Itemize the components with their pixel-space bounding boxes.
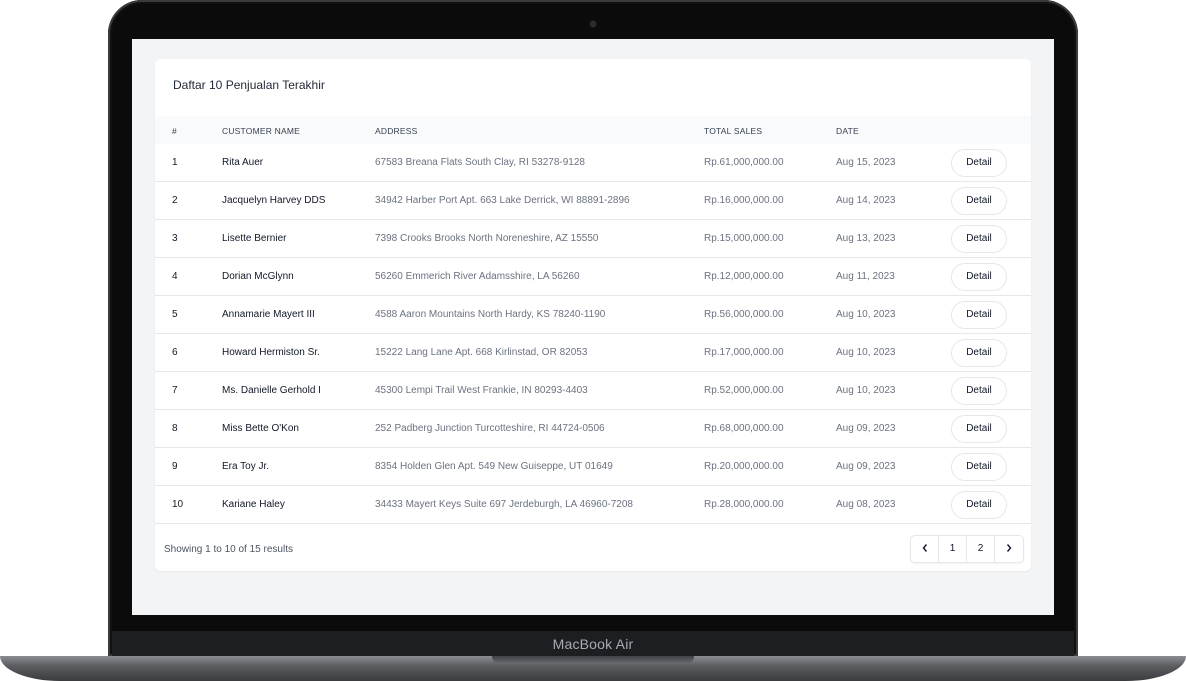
detail-button[interactable]: Detail: [951, 263, 1007, 291]
table-header: # CUSTOMER NAME ADDRESS TOTAL SALES DATE: [155, 116, 1031, 144]
chevron-right-icon: [1006, 544, 1012, 553]
cell-date: Aug 09, 2023: [836, 461, 896, 472]
table-row: 8 Miss Bette O'Kon 252 Padberg Junction Tu…: [155, 410, 1031, 448]
detail-button[interactable]: Detail: [951, 187, 1007, 215]
cell-customer-name: Annamarie Mayert III: [222, 309, 315, 320]
cell-no: 6: [172, 347, 178, 358]
device-brand-label: MacBook Air: [552, 636, 634, 652]
cell-total-sales: Rp.15,000,000.00: [704, 233, 784, 244]
cell-no: 8: [172, 423, 178, 434]
cell-customer-name: Howard Hermiston Sr.: [222, 347, 320, 358]
cell-address: 34433 Mayert Keys Suite 697 Jerdeburgh, …: [375, 499, 633, 510]
header-date: DATE: [836, 126, 859, 136]
card-title: Daftar 10 Penjualan Terakhir: [173, 78, 325, 92]
pagination: 1 2: [910, 535, 1024, 563]
cell-total-sales: Rp.68,000,000.00: [704, 423, 784, 434]
cell-total-sales: Rp.17,000,000.00: [704, 347, 784, 358]
table-row: 7 Ms. Danielle Gerhold I 45300 Lempi Trail…: [155, 372, 1031, 410]
cell-customer-name: Rita Auer: [222, 157, 264, 168]
cell-date: Aug 10, 2023: [836, 309, 896, 320]
cell-no: 5: [172, 309, 178, 320]
cell-no: 10: [172, 499, 184, 510]
detail-button[interactable]: Detail: [951, 225, 1007, 253]
cell-customer-name: Lisette Bernier: [222, 233, 287, 244]
next-page-button[interactable]: [995, 536, 1023, 562]
cell-total-sales: Rp.61,000,000.00: [704, 157, 784, 168]
page-1-button[interactable]: 1: [939, 536, 967, 562]
cell-date: Aug 09, 2023: [836, 423, 896, 434]
detail-button[interactable]: Detail: [951, 377, 1007, 405]
cell-date: Aug 15, 2023: [836, 157, 896, 168]
cell-total-sales: Rp.12,000,000.00: [704, 271, 784, 282]
cell-date: Aug 14, 2023: [836, 195, 896, 206]
detail-button[interactable]: Detail: [951, 453, 1007, 481]
table-row: 5 Annamarie Mayert III 4588 Aaron Mountain…: [155, 296, 1031, 334]
cell-address: 252 Padberg Junction Turcotteshire, RI 4…: [375, 423, 605, 434]
cell-no: 7: [172, 385, 178, 396]
cell-total-sales: Rp.28,000,000.00: [704, 499, 784, 510]
header-no: #: [172, 126, 177, 136]
prev-page-button[interactable]: [911, 536, 939, 562]
table-row: 4 Dorian McGlynn 56260 Emmerich River Adam…: [155, 258, 1031, 296]
detail-button[interactable]: Detail: [951, 491, 1007, 519]
cell-customer-name: Kariane Haley: [222, 499, 285, 510]
cell-total-sales: Rp.52,000,000.00: [704, 385, 784, 396]
table-row: 9 Era Toy Jr. 8354 Holden Glen Apt. 549 Ne…: [155, 448, 1031, 486]
detail-button[interactable]: Detail: [951, 301, 1007, 329]
cell-customer-name: Dorian McGlynn: [222, 271, 294, 282]
table-row: 6 Howard Hermiston Sr. 15222 Lang Lane Apt…: [155, 334, 1031, 372]
detail-button[interactable]: Detail: [951, 339, 1007, 367]
table-row: 2 Jacquelyn Harvey DDS 34942 Harber Port A…: [155, 182, 1031, 220]
cell-customer-name: Ms. Danielle Gerhold I: [222, 385, 321, 396]
cell-no: 4: [172, 271, 178, 282]
header-customer-name: CUSTOMER NAME: [222, 126, 301, 136]
header-address: ADDRESS: [375, 126, 418, 136]
cell-address: 67583 Breana Flats South Clay, RI 53278-…: [375, 157, 585, 168]
cell-address: 4588 Aaron Mountains North Hardy, KS 782…: [375, 309, 606, 320]
cell-date: Aug 13, 2023: [836, 233, 896, 244]
sales-card: Daftar 10 Penjualan Terakhir # CUSTOMER …: [155, 59, 1031, 571]
header-total-sales: TOTAL SALES: [704, 126, 763, 136]
cell-customer-name: Jacquelyn Harvey DDS: [222, 195, 326, 206]
table-row: 3 Lisette Bernier 7398 Crooks Brooks North…: [155, 220, 1031, 258]
cell-date: Aug 11, 2023: [836, 271, 895, 282]
cell-total-sales: Rp.16,000,000.00: [704, 195, 784, 206]
table-row: 10 Kariane Haley 34433 Mayert Keys Suite 6…: [155, 486, 1031, 524]
cell-address: 56260 Emmerich River Adamsshire, LA 5626…: [375, 271, 580, 282]
laptop-notch: [492, 656, 694, 664]
cell-no: 1: [172, 157, 178, 168]
cell-no: 2: [172, 195, 178, 206]
cell-total-sales: Rp.20,000,000.00: [704, 461, 784, 472]
cell-no: 3: [172, 233, 178, 244]
cell-date: Aug 10, 2023: [836, 347, 896, 358]
results-summary: Showing 1 to 10 of 15 results: [164, 544, 293, 555]
page-2-button[interactable]: 2: [967, 536, 995, 562]
detail-button[interactable]: Detail: [951, 149, 1007, 177]
cell-address: 15222 Lang Lane Apt. 668 Kirlinstad, OR …: [375, 347, 588, 358]
chevron-left-icon: [922, 544, 927, 553]
cell-address: 45300 Lempi Trail West Frankie, IN 80293…: [375, 385, 588, 396]
screen: Daftar 10 Penjualan Terakhir # CUSTOMER …: [132, 39, 1054, 615]
cell-total-sales: Rp.56,000,000.00: [704, 309, 784, 320]
cell-date: Aug 10, 2023: [836, 385, 896, 396]
cell-customer-name: Era Toy Jr.: [222, 461, 270, 472]
cell-date: Aug 08, 2023: [836, 499, 896, 510]
detail-button[interactable]: Detail: [951, 415, 1007, 443]
cell-customer-name: Miss Bette O'Kon: [222, 423, 299, 434]
cell-address: 34942 Harber Port Apt. 663 Lake Derrick,…: [375, 195, 630, 206]
cell-address: 7398 Crooks Brooks North Noreneshire, AZ…: [375, 233, 599, 244]
cell-no: 9: [172, 461, 178, 472]
table-row: 1 Rita Auer 67583 Breana Flats South Clay,…: [155, 144, 1031, 182]
camera-icon: [590, 21, 596, 27]
cell-address: 8354 Holden Glen Apt. 549 New Guiseppe, …: [375, 461, 613, 472]
